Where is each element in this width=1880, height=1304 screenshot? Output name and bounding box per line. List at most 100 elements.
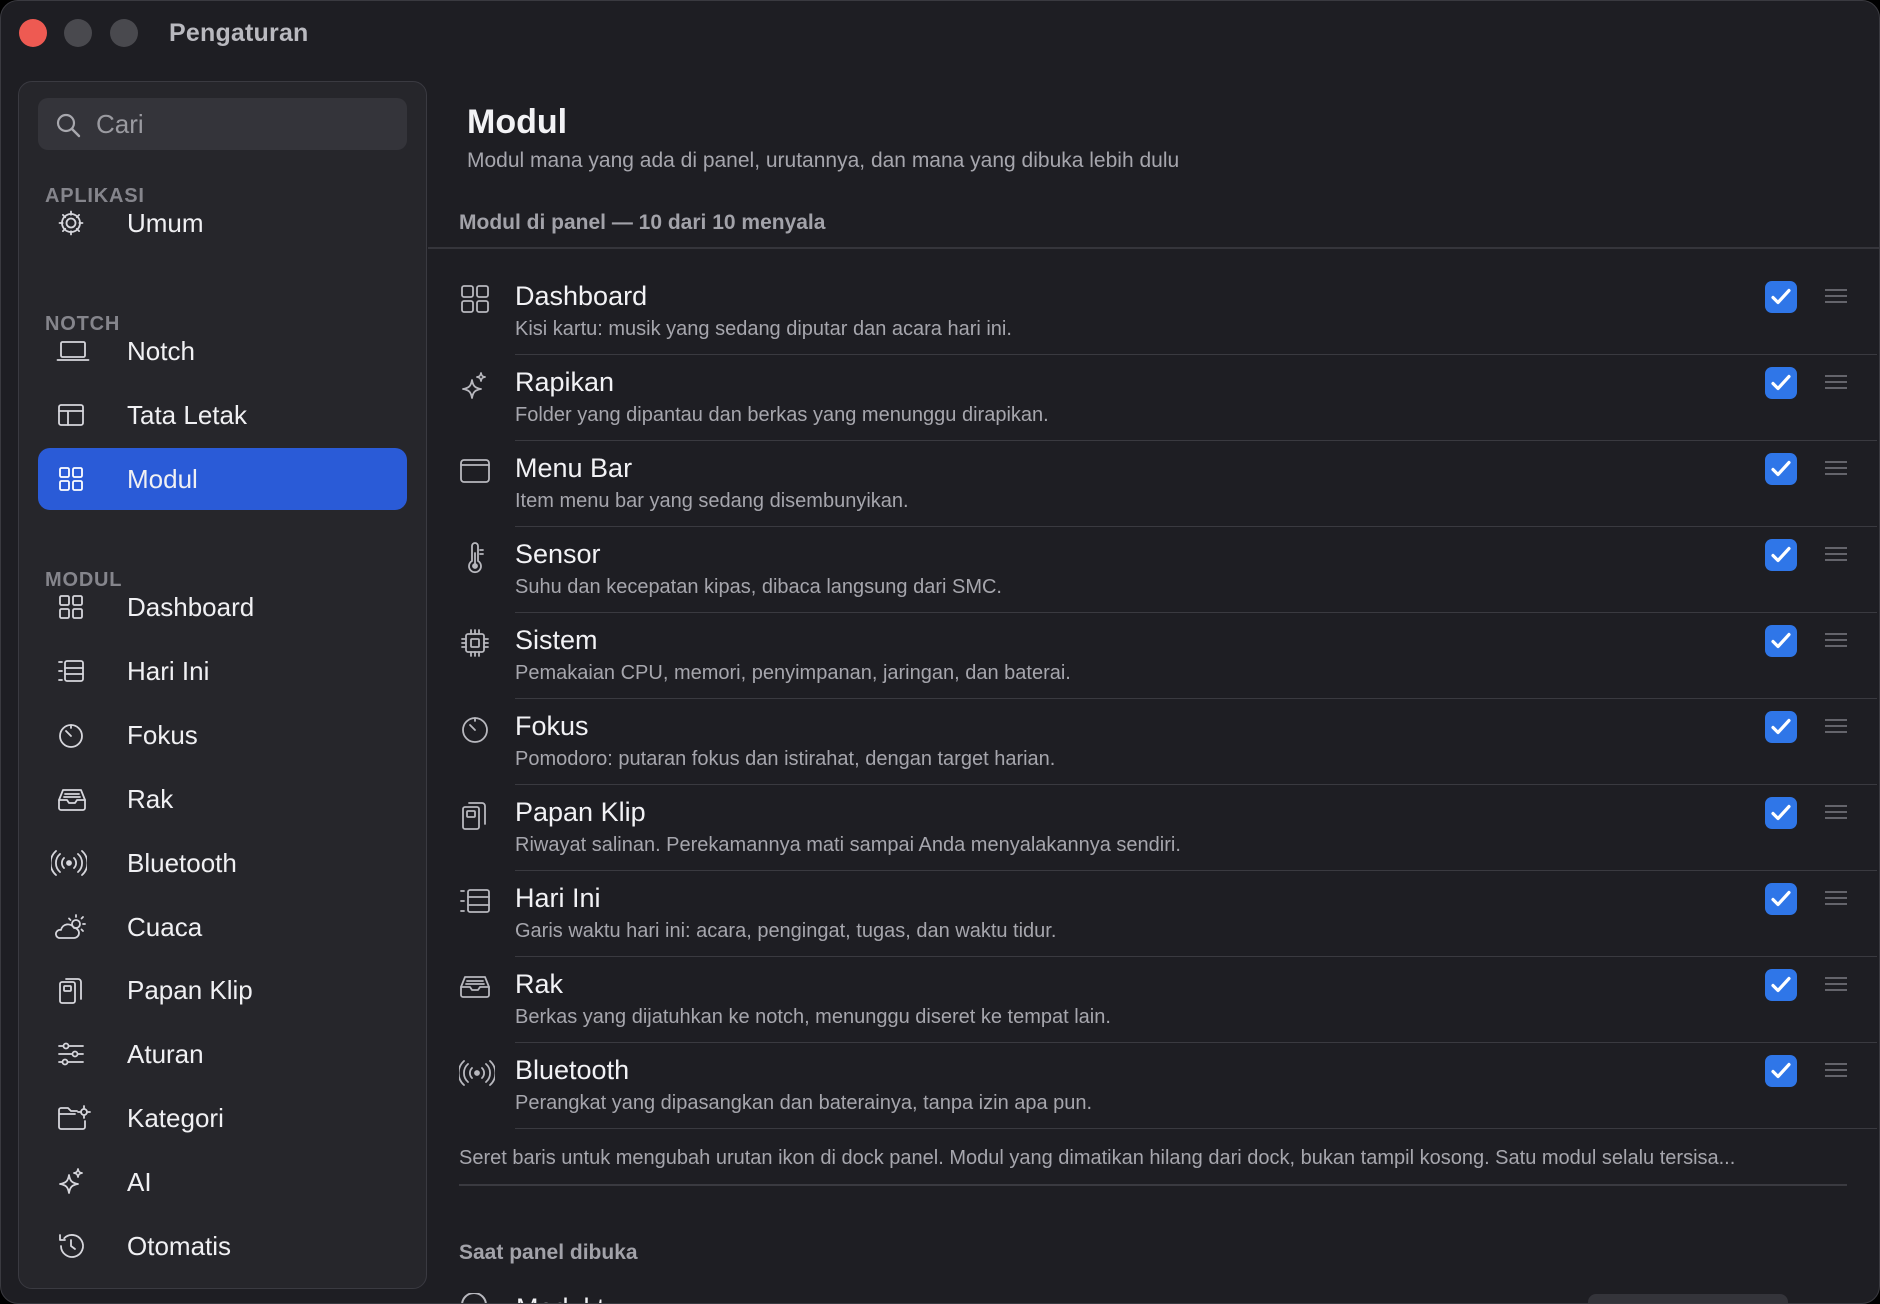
divider: [459, 1184, 1847, 1186]
module-description: Pemakaian CPU, memori, penyimpanan, jari…: [515, 662, 1071, 684]
folder-gear-icon: [56, 1103, 92, 1133]
module-enabled-checkbox[interactable]: [1765, 367, 1797, 399]
module-title: Menu Bar: [515, 453, 633, 483]
on-open-select[interactable]: [1588, 1294, 1788, 1303]
module-row-fokus[interactable]: Fokus Pomodoro: putaran fokus dan istira…: [459, 699, 1877, 785]
module-row-menu-bar[interactable]: Menu Bar Item menu bar yang sedang disem…: [459, 441, 1877, 527]
broadcast-icon: [459, 1057, 495, 1089]
cloud-sun-icon: [52, 912, 88, 942]
sidebar-item-cuaca[interactable]: Cuaca: [38, 896, 407, 958]
search-field[interactable]: [38, 98, 407, 150]
drag-handle-icon[interactable]: [1825, 546, 1847, 562]
sidebar-item-label: Umum: [127, 208, 204, 238]
drag-handle-icon[interactable]: [1825, 374, 1847, 390]
page-title: Modul: [467, 103, 568, 141]
sidebar-item-label: AI: [127, 1167, 152, 1197]
drag-handle-icon[interactable]: [1825, 890, 1847, 906]
laptop-icon: [56, 336, 90, 366]
module-enabled-checkbox[interactable]: [1765, 797, 1797, 829]
timeline-icon: [459, 885, 491, 917]
group-header-modules: Modul di panel — 10 dari 10 menyala: [459, 211, 826, 234]
page-subtitle: Modul mana yang ada di panel, urutannya,…: [467, 149, 1180, 172]
row-divider: [515, 1127, 1877, 1129]
divider: [428, 247, 1879, 249]
sidebar-item-notch[interactable]: Notch: [38, 320, 407, 382]
module-row-hari-ini[interactable]: Hari Ini Garis waktu hari ini: acara, pe…: [459, 871, 1877, 957]
sidebar-item-umum[interactable]: Umum: [38, 192, 407, 254]
module-row-dashboard[interactable]: Dashboard Kisi kartu: musik yang sedang …: [459, 269, 1877, 355]
sidebar-item-papan-klip[interactable]: Papan Klip: [38, 959, 407, 1021]
sidebar-item-otomatis[interactable]: Otomatis: [38, 1215, 407, 1277]
drag-handle-icon[interactable]: [1825, 288, 1847, 304]
sidebar-item-label: Notch: [127, 336, 195, 366]
sidebar-item-rak[interactable]: Rak: [38, 768, 407, 830]
sidebar-item-modul[interactable]: Modul: [38, 448, 407, 510]
clipboard-icon: [459, 799, 491, 831]
module-enabled-checkbox[interactable]: [1765, 625, 1797, 657]
sidebar-item-ai[interactable]: AI: [38, 1151, 407, 1213]
module-title: Fokus: [515, 711, 589, 741]
zoom-button[interactable]: [110, 19, 138, 47]
drag-handle-icon[interactable]: [1825, 1062, 1847, 1078]
broadcast-icon: [51, 848, 87, 878]
module-enabled-checkbox[interactable]: [1765, 281, 1797, 313]
module-enabled-checkbox[interactable]: [1765, 711, 1797, 743]
sidebar-item-kategori[interactable]: Kategori: [38, 1087, 407, 1149]
sidebar-item-label: Otomatis: [127, 1231, 232, 1261]
module-row-papan-klip[interactable]: Papan Klip Riwayat salinan. Perekamannya…: [459, 785, 1877, 871]
drag-handle-icon[interactable]: [1825, 460, 1847, 476]
timer-icon: [56, 720, 86, 750]
sidebar-item-label: Fokus: [127, 720, 198, 750]
sidebar-item-label: Dashboard: [127, 592, 255, 622]
drag-handle-icon[interactable]: [1825, 804, 1847, 820]
sidebar-item-tata-letak[interactable]: Tata Letak: [38, 384, 407, 446]
radio-icon[interactable]: [459, 1293, 489, 1303]
sidebar-item-label: Bluetooth: [127, 848, 237, 878]
module-title: Dashboard: [515, 281, 648, 311]
module-title: Papan Klip: [515, 797, 646, 827]
minimize-button[interactable]: [64, 19, 92, 47]
sparkles-icon: [459, 369, 491, 401]
tray-icon: [459, 971, 491, 1003]
sidebar-item-dashboard[interactable]: Dashboard: [38, 576, 407, 638]
sidebar-item-label: Tata Letak: [127, 400, 247, 430]
drag-handle-icon[interactable]: [1825, 718, 1847, 734]
module-description: Pomodoro: putaran fokus dan istirahat, d…: [515, 748, 1056, 770]
sidebar-item-label: Kategori: [127, 1103, 224, 1133]
sidebar-item-bluetooth[interactable]: Bluetooth: [38, 832, 407, 894]
sidebar-item-aturan[interactable]: Aturan: [38, 1023, 407, 1085]
search-input[interactable]: [96, 98, 396, 150]
module-title: Sensor: [515, 539, 601, 569]
close-button[interactable]: [19, 19, 47, 47]
grid-icon: [56, 464, 86, 494]
timer-icon: [459, 713, 491, 745]
sidebar-item-label: Modul: [127, 464, 198, 494]
module-description: Berkas yang dijatuhkan ke notch, menungg…: [515, 1006, 1111, 1028]
settings-window: Pengaturan APLIKASI Umum NOTCH Notch: [0, 0, 1880, 1304]
module-enabled-checkbox[interactable]: [1765, 539, 1797, 571]
module-description: Perangkat yang dipasangkan dan baterainy…: [515, 1092, 1093, 1114]
module-enabled-checkbox[interactable]: [1765, 969, 1797, 1001]
group-header-on-open: Saat panel dibuka: [459, 1241, 638, 1264]
module-enabled-checkbox[interactable]: [1765, 1055, 1797, 1087]
sidebar-item-hari-ini[interactable]: Hari Ini: [38, 640, 407, 702]
module-description: Garis waktu hari ini: acara, pengingat, …: [515, 920, 1057, 942]
sidebar: APLIKASI Umum NOTCH Notch Tata Letak Mod: [18, 81, 427, 1289]
main-content: Modul Modul mana yang ada di panel, urut…: [428, 65, 1879, 1303]
module-row-sensor[interactable]: Sensor Suhu dan kecepatan kipas, dibaca …: [459, 527, 1877, 613]
module-row-bluetooth[interactable]: Bluetooth Perangkat yang dipasangkan dan…: [459, 1043, 1877, 1129]
module-description: Kisi kartu: musik yang sedang diputar da…: [515, 318, 1012, 340]
module-enabled-checkbox[interactable]: [1765, 453, 1797, 485]
thermometer-icon: [459, 541, 491, 574]
module-title: Sistem: [515, 625, 598, 655]
module-row-rak[interactable]: Rak Berkas yang dijatuhkan ke notch, men…: [459, 957, 1877, 1043]
sidebar-item-fokus[interactable]: Fokus: [38, 704, 407, 766]
drag-handle-icon[interactable]: [1825, 976, 1847, 992]
module-row-sistem[interactable]: Sistem Pemakaian CPU, memori, penyimpana…: [459, 613, 1877, 699]
module-row-rapikan[interactable]: Rapikan Folder yang dipantau dan berkas …: [459, 355, 1877, 441]
sparkles-icon: [56, 1167, 86, 1197]
module-enabled-checkbox[interactable]: [1765, 883, 1797, 915]
drag-handle-icon[interactable]: [1825, 632, 1847, 648]
grid-icon: [56, 592, 86, 622]
module-title: Rapikan: [515, 367, 615, 397]
